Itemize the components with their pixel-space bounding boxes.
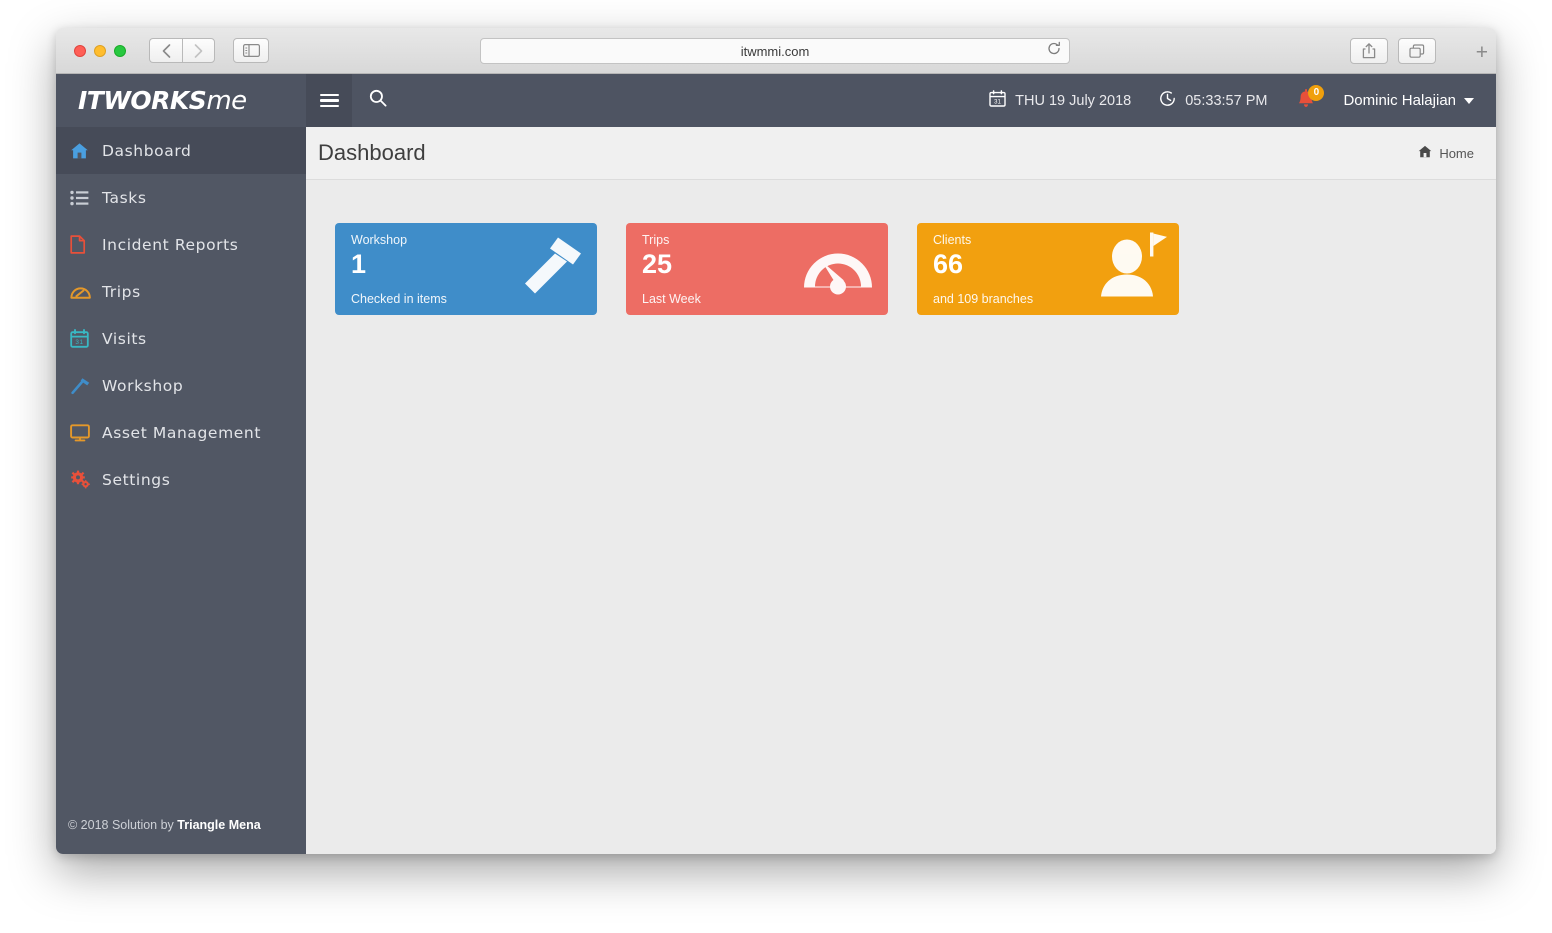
calendar-icon: 31 (70, 329, 102, 348)
browser-titlebar: itwmmi.com + (56, 28, 1496, 74)
new-tab-button[interactable]: + (1476, 42, 1488, 63)
minimize-window-button[interactable] (94, 44, 106, 57)
sidebar-item-label: Dashboard (102, 141, 192, 160)
stat-card-trips[interactable]: Trips 25 Last Week (626, 223, 888, 315)
stat-card-title: Clients (933, 233, 972, 247)
footer-company: Triangle Mena (177, 818, 261, 832)
breadcrumb[interactable]: Home (1418, 145, 1474, 161)
browser-window: itwmmi.com + ITWORKSme 31 THU 19 July 20… (56, 28, 1496, 854)
main-layout: Dashboard Tasks Incident Reports Trips 3… (56, 127, 1496, 854)
sidebar-item-visits[interactable]: 31 Visits (56, 315, 306, 362)
list-icon (70, 190, 102, 206)
page-title: Dashboard (318, 140, 426, 165)
calendar-icon: 31 (989, 90, 1006, 111)
application-root: ITWORKSme 31 THU 19 July 2018 05:33:57 P… (56, 74, 1496, 854)
sidebar-item-settings[interactable]: Settings (56, 456, 306, 503)
stat-card-value: 1 (351, 249, 367, 279)
stat-card-title: Trips (642, 233, 670, 247)
address-bar[interactable]: itwmmi.com (480, 38, 1070, 64)
stat-card-clients[interactable]: Clients 66 and 109 branches (917, 223, 1179, 315)
maximize-window-button[interactable] (114, 44, 126, 57)
time-text: 05:33:57 PM (1185, 92, 1268, 109)
forward-button[interactable] (182, 38, 215, 63)
stat-card-subtitle: Checked in items (351, 292, 447, 306)
hammer-icon (517, 234, 585, 305)
app-logo[interactable]: ITWORKSme (56, 86, 306, 116)
chevron-down-icon (1464, 97, 1474, 104)
logo-primary: ITWORKS (78, 85, 207, 115)
sidebar-item-dashboard[interactable]: Dashboard (56, 127, 306, 174)
sidebar-item-incident-reports[interactable]: Incident Reports (56, 221, 306, 268)
user-menu-button[interactable]: Dominic Halajian (1343, 92, 1474, 109)
content-area: Dashboard Home Workshop 1 Checked in ite… (306, 127, 1496, 854)
home-icon (70, 142, 102, 160)
sidebar-footer: © 2018 Solution by Triangle Mena (56, 818, 306, 854)
hammer-icon (70, 376, 102, 395)
svg-text:31: 31 (75, 339, 83, 346)
stat-card-subtitle: Last Week (642, 292, 701, 306)
search-button[interactable] (352, 74, 404, 127)
stat-card-value: 66 (933, 249, 964, 279)
stat-card-workshop[interactable]: Workshop 1 Checked in items (335, 223, 597, 315)
back-button[interactable] (149, 38, 182, 63)
sidebar: Dashboard Tasks Incident Reports Trips 3… (56, 127, 306, 854)
sidebar-item-label: Settings (102, 470, 171, 489)
user-flag-icon (1095, 231, 1167, 308)
app-topbar: ITWORKSme 31 THU 19 July 2018 05:33:57 P… (56, 74, 1496, 127)
sidebar-toggle-button[interactable] (233, 38, 269, 63)
reload-icon[interactable] (1047, 41, 1061, 61)
time-display: 05:33:57 PM (1159, 90, 1267, 111)
hamburger-menu-button[interactable] (306, 74, 352, 127)
share-icon[interactable] (1350, 38, 1388, 64)
sidebar-item-label: Workshop (102, 376, 184, 395)
close-window-button[interactable] (74, 44, 86, 57)
gauge-icon (70, 284, 102, 300)
stat-card-title: Workshop (351, 233, 408, 247)
stat-cards-row: Workshop 1 Checked in items Trips 25 Las… (306, 180, 1496, 315)
notifications-button[interactable]: 0 (1295, 84, 1325, 116)
notification-bell-icon (1295, 88, 1317, 116)
search-icon (369, 89, 387, 112)
svg-text:31: 31 (994, 99, 1001, 105)
footer-copyright: © 2018 Solution by (68, 818, 178, 832)
sidebar-item-label: Visits (102, 329, 147, 348)
date-text: THU 19 July 2018 (1015, 92, 1132, 109)
home-icon (1418, 145, 1432, 161)
stat-card-value: 25 (642, 249, 673, 279)
sidebar-item-workshop[interactable]: Workshop (56, 362, 306, 409)
date-display: 31 THU 19 July 2018 (989, 90, 1131, 111)
sidebar-item-tasks[interactable]: Tasks (56, 174, 306, 221)
file-icon (70, 235, 102, 254)
url-text: itwmmi.com (740, 43, 810, 59)
gears-icon (70, 470, 102, 489)
notification-badge: 0 (1308, 84, 1325, 101)
browser-actions (1350, 38, 1436, 64)
logo-script: me (206, 85, 247, 116)
page-header: Dashboard Home (306, 127, 1496, 180)
sidebar-item-trips[interactable]: Trips (56, 268, 306, 315)
monitor-icon (70, 423, 102, 442)
sidebar-item-label: Tasks (102, 188, 147, 207)
window-controls (74, 44, 126, 57)
tabs-overview-icon[interactable] (1398, 38, 1436, 64)
clock-icon (1159, 90, 1176, 111)
speedometer-icon (800, 236, 876, 303)
sidebar-item-asset-management[interactable]: Asset Management (56, 409, 306, 456)
sidebar-nav: Dashboard Tasks Incident Reports Trips 3… (56, 127, 306, 818)
topbar-right-cluster: 31 THU 19 July 2018 05:33:57 PM 0 Domini… (989, 84, 1496, 116)
stat-card-subtitle: and 109 branches (933, 292, 1034, 306)
user-name-label: Dominic Halajian (1343, 92, 1456, 109)
sidebar-item-label: Asset Management (102, 423, 261, 442)
navigation-buttons (149, 38, 215, 63)
breadcrumb-label: Home (1439, 145, 1474, 161)
hamburger-menu-icon (319, 91, 339, 111)
sidebar-item-label: Incident Reports (102, 235, 239, 254)
sidebar-item-label: Trips (102, 282, 141, 301)
